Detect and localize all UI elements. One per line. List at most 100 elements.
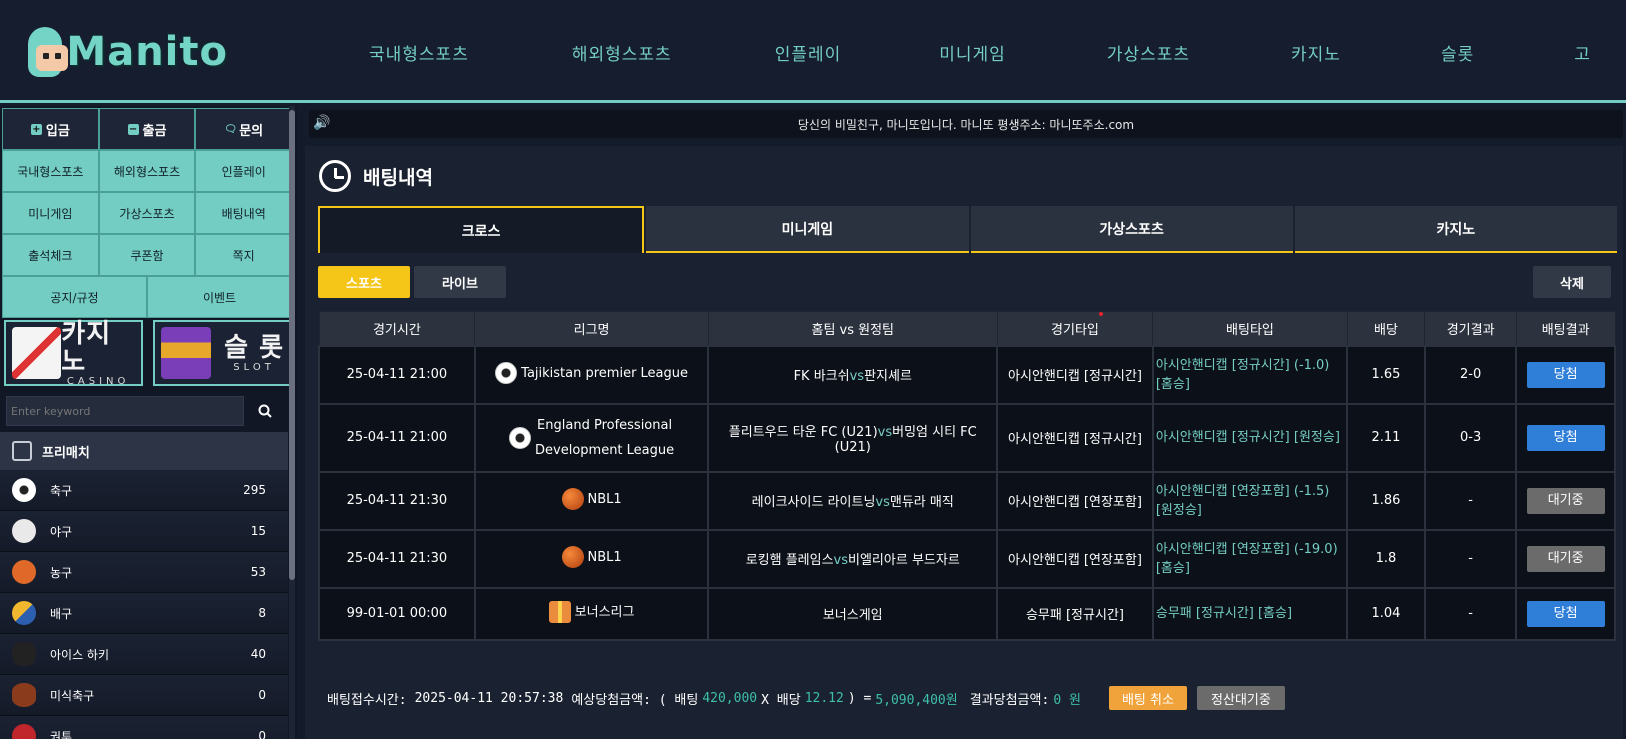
boxing-glove-icon	[12, 724, 36, 739]
casino-banner[interactable]: 카지노 CASINO	[4, 320, 143, 387]
sport-item-baseball[interactable]: 야구 15	[0, 511, 288, 552]
total-odds: 12.12	[804, 690, 844, 706]
menu-message[interactable]: 쪽지	[195, 234, 293, 276]
slot-banner-subtitle: SLOT	[233, 361, 275, 373]
basketball-icon	[561, 546, 584, 569]
table-row: 25-04-11 21:30 NBL1 로킹햄 플레임스vs비엘리아르 부드자르…	[318, 528, 1616, 589]
cell-result: 당첨	[1515, 586, 1616, 641]
sport-item-volleyball[interactable]: 배구 8	[0, 593, 288, 634]
equals-label: ) =	[847, 690, 872, 706]
menu-event[interactable]: 이벤트	[147, 276, 292, 318]
expected-payout: 5,090,400원	[875, 692, 958, 708]
cell-result: 당첨	[1515, 344, 1616, 405]
sport-count: 0	[258, 729, 266, 739]
withdraw-button[interactable]: − 출금	[98, 108, 196, 150]
cell-time: 25-04-11 21:00	[318, 402, 476, 473]
nav-slot[interactable]: 슬롯	[1441, 40, 1474, 65]
nav-inplay[interactable]: 인플레이	[775, 40, 842, 65]
menu-overseas-sports[interactable]: 해외형스포츠	[98, 150, 196, 192]
search-box	[6, 396, 286, 426]
sport-item-basketball[interactable]: 농구 53	[0, 552, 288, 593]
cell-league: 보너스리그	[473, 586, 710, 641]
site-logo[interactable]: Manito	[28, 24, 228, 80]
menu-betting-history[interactable]: 배팅내역	[195, 192, 293, 234]
menu-coupon[interactable]: 쿠폰함	[98, 234, 196, 276]
bet-time-label: 배팅접수시간:	[327, 692, 407, 708]
betting-history-panel: 배팅내역 크로스 미니게임 가상스포츠 카지노 스포츠 라이브 삭제 경기시간 …	[305, 146, 1623, 739]
search-button[interactable]	[244, 396, 286, 426]
sport-item-american-football[interactable]: 미식축구 0	[0, 675, 288, 716]
col-header-league: 리그명	[474, 311, 709, 346]
sport-name: 배구	[50, 606, 73, 621]
slot-banner[interactable]: 슬 롯 SLOT	[153, 320, 292, 386]
plus-icon: +	[30, 123, 42, 135]
tab-casino[interactable]: 카지노	[1294, 206, 1617, 253]
menu-virtual-sports[interactable]: 가상스포츠	[98, 192, 196, 234]
cell-game-type: 아시안핸디캡 [정규시간]	[996, 402, 1154, 473]
nav-virtual-sports[interactable]: 가상스포츠	[1107, 40, 1190, 65]
sport-item-boxing[interactable]: 권투 0	[0, 716, 288, 739]
cell-score: 0-3	[1423, 402, 1518, 473]
sidebar-scrollbar[interactable]	[289, 106, 295, 739]
playing-cards-icon	[12, 327, 62, 379]
sport-name: 미식축구	[50, 688, 95, 703]
result-payout-value: 0 원	[1053, 692, 1081, 708]
slot-banner-title: 슬 롯	[224, 332, 284, 363]
inquiry-label: 문의	[239, 123, 264, 139]
cell-result: 당첨	[1515, 402, 1616, 473]
col-header-result: 배팅결과	[1515, 311, 1616, 346]
subtab-live[interactable]: 라이브	[414, 266, 506, 298]
scrollbar-thumb[interactable]	[289, 110, 295, 580]
nav-minigame[interactable]: 미니게임	[939, 40, 1006, 65]
col-header-game-type: 경기타입	[996, 311, 1154, 346]
slot-machine-icon	[161, 327, 211, 379]
tab-minigame[interactable]: 미니게임	[646, 206, 969, 253]
cell-teams: 보너스게임	[707, 586, 999, 641]
expected-label: 예상당첨금액: ( 배팅	[571, 692, 699, 708]
result-badge-win[interactable]: 당첨	[1526, 600, 1605, 627]
tab-virtual-sports[interactable]: 가상스포츠	[970, 206, 1293, 253]
menu-inplay[interactable]: 인플레이	[195, 150, 293, 192]
gift-box-icon	[548, 601, 571, 624]
table-row: 25-04-11 21:00 England Professional Deve…	[318, 402, 1616, 473]
menu-domestic-sports[interactable]: 국내형스포츠	[2, 150, 99, 192]
inquiry-button[interactable]: 🗨 문의	[195, 108, 293, 150]
prematch-header[interactable]: 프리매치	[0, 432, 288, 470]
result-badge-win[interactable]: 당첨	[1526, 424, 1605, 451]
result-badge-waiting[interactable]: 대기중	[1526, 545, 1605, 572]
subtab-sports[interactable]: 스포츠	[318, 266, 410, 298]
cell-league: NBL1	[473, 528, 710, 589]
col-header-score: 경기결과	[1424, 311, 1517, 346]
nav-casino[interactable]: 카지노	[1291, 40, 1341, 65]
cancel-bet-button[interactable]: 배팅 취소	[1108, 686, 1187, 710]
nav-domestic-sports[interactable]: 국내형스포츠	[369, 40, 469, 65]
result-badge-win[interactable]: 당첨	[1526, 361, 1605, 388]
sidebar: + 입금 − 출금 🗨 문의 국내형스포츠 해외형스포츠 인플레이 미니게임 가상스포…	[0, 106, 297, 739]
red-dot-indicator	[1099, 312, 1103, 316]
nav-more[interactable]: 고	[1574, 40, 1591, 65]
sport-item-soccer[interactable]: 축구 295	[0, 470, 288, 511]
tab-cross[interactable]: 크로스	[318, 206, 645, 253]
search-input[interactable]	[6, 396, 244, 426]
menu-minigame[interactable]: 미니게임	[2, 192, 99, 234]
menu-attendance[interactable]: 출석체크	[2, 234, 99, 276]
nav-overseas-sports[interactable]: 해외형스포츠	[572, 40, 672, 65]
menu-notice[interactable]: 공지/규정	[2, 276, 147, 318]
settlement-pending-button[interactable]: 정산대기중	[1196, 686, 1285, 710]
sport-count: 53	[250, 565, 266, 579]
page-title: 배팅내역	[319, 160, 433, 192]
baseball-icon	[12, 519, 36, 543]
casino-banner-subtitle: CASINO	[66, 375, 130, 387]
delete-button[interactable]: 삭제	[1533, 266, 1611, 298]
cell-league: Tajikistan premier League	[473, 344, 710, 405]
cell-bet-type: 승무패 [정규시간] [홈승]	[1151, 586, 1349, 641]
vs-label: vs	[875, 495, 890, 510]
col-header-bet-type: 배팅타입	[1152, 311, 1348, 346]
sport-item-ice-hockey[interactable]: 아이스 하키 40	[0, 634, 288, 675]
page-title-text: 배팅내역	[363, 166, 433, 189]
cell-odds: 1.86	[1346, 470, 1426, 531]
home-team: FK 바크쉬	[793, 369, 850, 384]
deposit-button[interactable]: + 입금	[2, 108, 99, 150]
result-badge-waiting[interactable]: 대기중	[1526, 487, 1605, 514]
deposit-label: 입금	[45, 123, 70, 139]
